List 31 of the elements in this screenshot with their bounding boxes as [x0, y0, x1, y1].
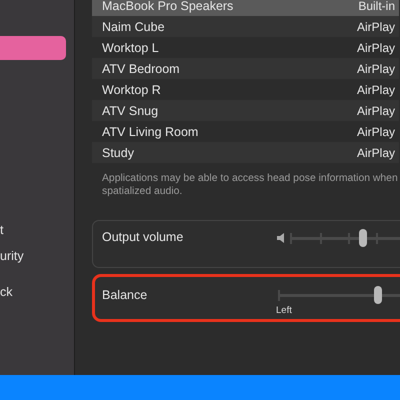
device-name: ATV Living Room — [102, 124, 198, 138]
device-name: Worktop R — [102, 82, 161, 96]
device-name: Study — [102, 146, 134, 160]
slider-thumb[interactable] — [358, 229, 366, 247]
device-name: MacBook Pro Speakers — [102, 0, 234, 12]
speaker-icon — [277, 233, 285, 243]
control-label: Output volume — [102, 230, 184, 244]
device-type: AirPlay — [356, 104, 395, 118]
device-type: AirPlay — [356, 20, 395, 34]
device-type: AirPlay — [356, 146, 395, 160]
device-type: AirPlay — [356, 124, 395, 138]
slider-min-label: Left — [276, 305, 292, 316]
device-type: AirPlay — [356, 40, 395, 54]
device-type: AirPlay — [356, 62, 395, 76]
sidebar-item[interactable]: urity — [0, 244, 24, 268]
slider-thumb[interactable] — [374, 286, 382, 304]
device-name: ATV Snug — [102, 104, 158, 118]
device-row[interactable]: Study AirPlay — [92, 142, 399, 163]
control-label: Balance — [102, 288, 148, 302]
device-type: AirPlay — [356, 82, 395, 96]
device-row[interactable]: ATV Snug AirPlay — [92, 100, 399, 121]
device-name: ATV Bedroom — [102, 62, 180, 76]
device-type: Built-in — [358, 0, 395, 12]
sidebar-item[interactable]: ck — [0, 280, 12, 304]
device-row[interactable]: Naim Cube AirPlay — [92, 16, 399, 37]
sidebar-item[interactable]: t — [0, 218, 4, 242]
device-row[interactable]: ATV Bedroom AirPlay — [92, 58, 399, 79]
device-name: Worktop L — [102, 40, 159, 54]
note-text: Applications may be able to access head pose information when spatialized audio. — [102, 172, 399, 198]
device-row[interactable]: MacBook Pro Speakers Built-in — [92, 0, 399, 16]
device-name: Naim Cube — [102, 20, 165, 34]
